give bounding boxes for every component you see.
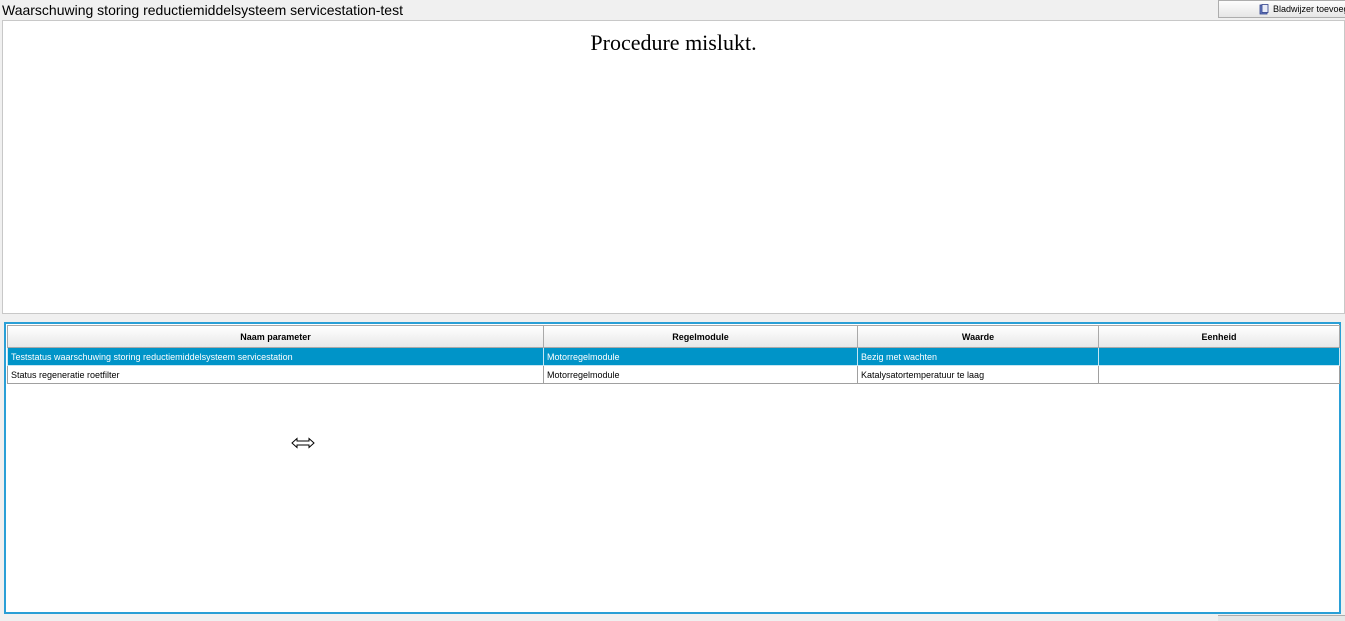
column-header-control-module[interactable]: Regelmodule [544, 325, 858, 348]
bottom-button-edge [1218, 615, 1345, 621]
column-header-parameter-name[interactable]: Naam parameter [7, 325, 544, 348]
table-row[interactable]: Status regeneratie roetfilter Motorregel… [7, 366, 1340, 384]
horizontal-resize-cursor-icon [291, 437, 315, 449]
cell-control-module: Motorregelmodule [544, 348, 858, 366]
cell-parameter-name: Status regeneratie roetfilter [7, 366, 544, 384]
cell-unit [1099, 348, 1340, 366]
column-header-unit[interactable]: Eenheid [1099, 325, 1340, 348]
message-panel: Procedure mislukt. [2, 20, 1345, 314]
parameter-table-panel: Naam parameter Regelmodule Waarde Eenhei… [4, 322, 1341, 614]
cell-value: Bezig met wachten [858, 348, 1099, 366]
add-bookmark-button[interactable]: Bladwijzer toevoegen [1218, 0, 1345, 18]
table-header: Naam parameter Regelmodule Waarde Eenhei… [7, 325, 1340, 348]
add-bookmark-label: Bladwijzer toevoegen [1273, 4, 1345, 14]
cell-parameter-name: Teststatus waarschuwing storing reductie… [7, 348, 544, 366]
column-header-value[interactable]: Waarde [858, 325, 1099, 348]
bookmark-icon [1259, 4, 1269, 15]
cell-unit [1099, 366, 1340, 384]
procedure-result-message: Procedure mislukt. [590, 30, 757, 55]
title-bar: Waarschuwing storing reductiemiddelsyste… [0, 0, 1345, 20]
window-title: Waarschuwing storing reductiemiddelsyste… [2, 2, 403, 18]
parameter-table: Naam parameter Regelmodule Waarde Eenhei… [7, 325, 1340, 384]
table-row[interactable]: Teststatus waarschuwing storing reductie… [7, 348, 1340, 366]
window-edge [1341, 322, 1345, 614]
cell-value: Katalysatortemperatuur te laag [858, 366, 1099, 384]
cell-control-module: Motorregelmodule [544, 366, 858, 384]
